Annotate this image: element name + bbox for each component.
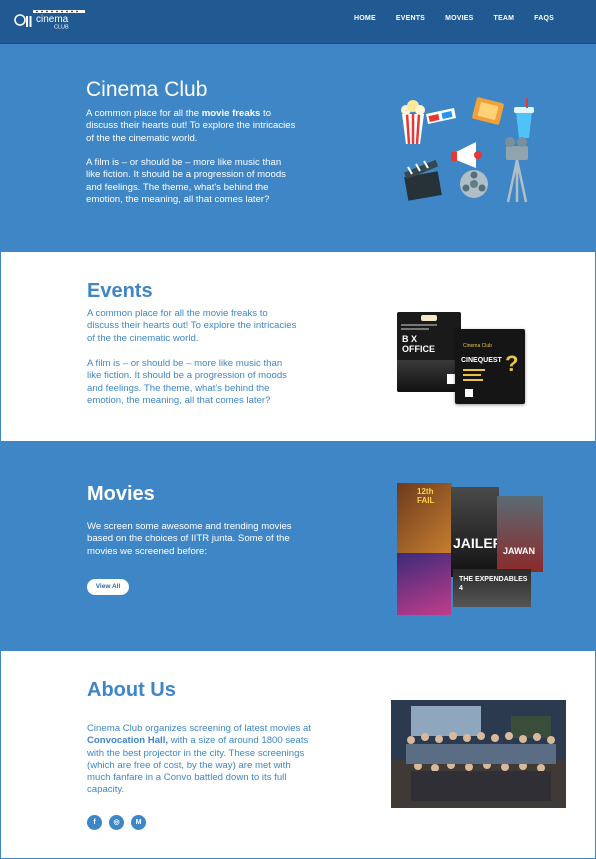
movie-tile-poster-4[interactable] xyxy=(397,553,451,615)
cinema-club-logo[interactable]: cinema CLUB xyxy=(14,8,88,30)
cinema-icons-illustration xyxy=(401,97,534,203)
hero-section: Cinema Club A common place for all the m… xyxy=(0,44,596,252)
3d-glasses-icon xyxy=(426,108,456,124)
clapperboard-icon xyxy=(404,159,442,201)
question-mark-icon: ? xyxy=(505,351,519,376)
hero-title: Cinema Club xyxy=(86,78,208,101)
nav-home[interactable]: HOME xyxy=(354,15,376,22)
event-poster-title: B X OFFICE xyxy=(402,334,435,354)
events-title: Events xyxy=(87,280,153,302)
movie-tile-expendables[interactable]: THE EXPENDABLES 4 xyxy=(453,569,531,607)
view-all-button[interactable]: View All xyxy=(87,579,129,595)
event-poster-title-2: CINEQUEST xyxy=(461,357,502,364)
movies-section: Movies We screen some awesome and trendi… xyxy=(0,441,596,651)
hero-paragraph-1: A common place for all the movie freaks … xyxy=(86,108,296,144)
movies-description: We screen some awesome and trending movi… xyxy=(87,521,292,557)
ticket-icon xyxy=(472,97,504,125)
movie-tile-12th-fail[interactable]: 12th FAIL xyxy=(397,483,452,555)
facebook-icon[interactable]: f xyxy=(87,815,102,830)
movie-tile-jailer[interactable]: JAILER xyxy=(451,487,499,577)
event-poster-brand: Cinema Club xyxy=(463,343,492,349)
about-section: About Us Cinema Club organizes screening… xyxy=(0,651,596,859)
event-poster-cinequest[interactable]: Cinema Club CINEQUEST ? xyxy=(455,329,525,404)
hero-paragraph-2: A film is – or should be – more like mus… xyxy=(86,157,286,205)
nav-movies[interactable]: MOVIES xyxy=(445,15,473,22)
svg-text:CLUB: CLUB xyxy=(54,25,69,31)
nav-faqs[interactable]: FAQS xyxy=(534,15,554,22)
movie-tile-jawan[interactable]: JAWAN xyxy=(497,496,543,572)
movies-title: Movies xyxy=(87,483,155,505)
navbar: cinema CLUB HOME EVENTS MOVIES TEAM FAQS xyxy=(0,0,596,44)
film-camera-icon xyxy=(505,137,528,203)
film-reel-icon xyxy=(460,170,488,198)
popcorn-icon xyxy=(401,100,425,145)
about-title: About Us xyxy=(87,679,176,701)
soda-cup-icon xyxy=(514,98,534,138)
club-group-photo xyxy=(391,700,566,808)
nav-links: HOME EVENTS MOVIES TEAM FAQS xyxy=(354,15,554,22)
events-section: Events A common place for all the movie … xyxy=(0,252,596,441)
events-paragraph-2: A film is – or should be – more like mus… xyxy=(87,358,287,406)
events-paragraph-1: A common place for all the movie freaks … xyxy=(87,308,297,344)
event-badge xyxy=(421,315,437,321)
medium-icon[interactable]: M xyxy=(131,815,146,830)
event-poster-box-office[interactable]: B X OFFICE xyxy=(397,312,461,392)
megaphone-icon xyxy=(451,142,482,168)
instagram-icon[interactable]: ◎ xyxy=(109,815,124,830)
qr-code-icon-2 xyxy=(465,389,473,397)
nav-events[interactable]: EVENTS xyxy=(396,15,425,22)
svg-text:cinema: cinema xyxy=(36,14,69,25)
nav-team[interactable]: TEAM xyxy=(494,15,515,22)
about-description: Cinema Club organizes screening of lates… xyxy=(87,723,311,796)
